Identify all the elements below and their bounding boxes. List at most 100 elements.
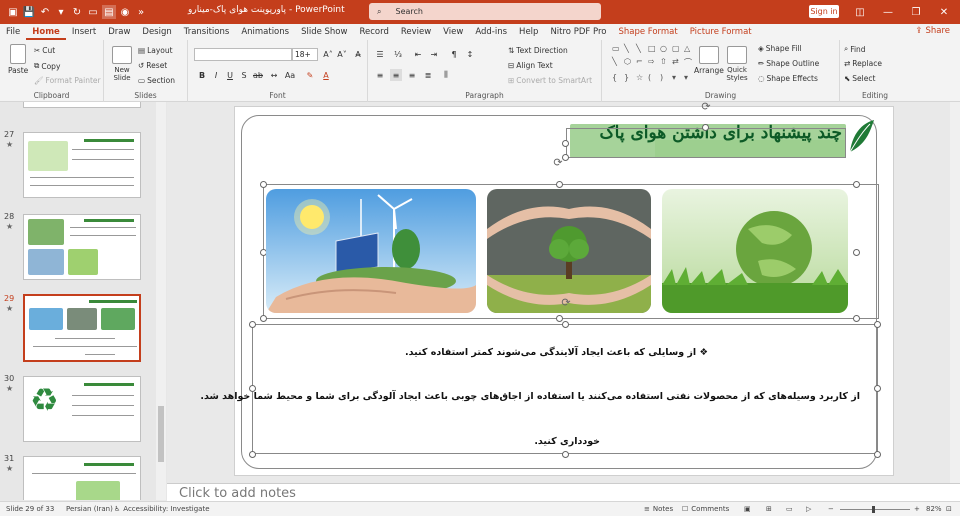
zoom-level[interactable]: 82% <box>926 505 942 513</box>
shape-effects-button[interactable]: ◌ Shape Effects <box>758 74 818 83</box>
section-button[interactable]: ▭ Section <box>138 76 175 85</box>
accessibility-status[interactable]: ♿ Accessibility: Investigate <box>114 505 210 513</box>
align-text-button[interactable]: ⊟ Align Text <box>508 61 553 70</box>
quick-styles-button[interactable]: Quick Styles <box>724 46 750 82</box>
resize-handle[interactable] <box>874 321 881 328</box>
resize-handle[interactable] <box>853 315 860 322</box>
rotate-handle-icon[interactable]: ⟳ <box>560 296 572 309</box>
slide-thumbnail[interactable] <box>23 214 141 280</box>
resize-handle[interactable] <box>853 249 860 256</box>
strikethrough-icon[interactable]: ab <box>252 69 264 81</box>
brace-icon[interactable]: { <box>612 73 622 84</box>
rectangle-icon[interactable]: □ <box>648 44 658 55</box>
resize-handle[interactable] <box>556 315 563 322</box>
notes-button[interactable]: ≡ Notes <box>644 505 673 513</box>
more-icon[interactable]: ▾ <box>672 73 682 84</box>
more-icon[interactable]: ▾ <box>684 73 694 84</box>
arrow-icon[interactable]: ⇄ <box>672 57 682 70</box>
reset-button[interactable]: ↺ Reset <box>138 61 167 70</box>
sign-in-button[interactable]: Sign in <box>809 5 839 18</box>
zoom-slider-thumb[interactable] <box>872 506 875 513</box>
minimize-icon[interactable]: — <box>874 0 902 24</box>
convert-smartart-button[interactable]: ⊞ Convert to SmartArt <box>508 76 592 85</box>
clear-format-icon[interactable]: A̶ <box>352 48 364 60</box>
replace-button[interactable]: ⇄ Replace <box>844 59 882 68</box>
shape-fill-button[interactable]: ◈ Shape Fill <box>758 44 802 53</box>
fit-to-window-icon[interactable]: ⊡ <box>946 505 952 513</box>
tab-slide-show[interactable]: Slide Show <box>295 24 353 40</box>
title-selection-box[interactable] <box>566 128 846 158</box>
zoom-in-icon[interactable]: + <box>914 505 920 513</box>
tab-home[interactable]: Home <box>26 24 66 40</box>
star-icon[interactable]: ☆ <box>636 73 646 84</box>
find-button[interactable]: ⌕ Find <box>844 44 866 54</box>
italic-icon[interactable]: I <box>210 69 222 81</box>
bold-icon[interactable]: B <box>196 69 208 81</box>
arrow-up-icon[interactable]: ⇧ <box>660 57 670 70</box>
resize-handle[interactable] <box>562 140 569 147</box>
slide-thumbnail-selected[interactable] <box>23 294 141 362</box>
canvas-scrollbar[interactable] <box>950 102 960 483</box>
arrange-button[interactable]: Arrange <box>694 46 724 75</box>
ribbon-display-icon[interactable]: ◫ <box>846 0 874 24</box>
undo-icon[interactable]: ↶ <box>38 5 52 19</box>
tab-record[interactable]: Record <box>353 24 394 40</box>
resize-handle[interactable] <box>260 181 267 188</box>
resize-handle[interactable] <box>249 451 256 458</box>
tab-add-ins[interactable]: Add-ins <box>469 24 513 40</box>
slide-thumbnail[interactable]: ♻ <box>23 376 141 442</box>
resize-handle[interactable] <box>260 315 267 322</box>
font-size-select[interactable]: 18+ <box>292 48 318 61</box>
triangle-icon[interactable]: △ <box>684 44 694 55</box>
new-slide-button[interactable]: New Slide <box>110 46 134 82</box>
tab-design[interactable]: Design <box>136 24 177 40</box>
body-line-2[interactable]: از کاربرد وسیله‌های که از محصولات نفتی ا… <box>200 391 860 402</box>
notes-pane[interactable]: Click to add notes <box>167 483 960 501</box>
renewable-energy-photo[interactable] <box>266 189 476 313</box>
tab-nitro-pdf-pro[interactable]: Nitro PDF Pro <box>544 24 612 40</box>
tab-insert[interactable]: Insert <box>66 24 102 40</box>
reading-view-icon[interactable]: ▭ <box>786 505 793 513</box>
save-icon[interactable]: 💾 <box>22 5 36 19</box>
tab-draw[interactable]: Draw <box>102 24 136 40</box>
scrollbar-thumb[interactable] <box>158 406 164 462</box>
arrow-right-icon[interactable]: ⇨ <box>648 57 658 70</box>
tab-help[interactable]: Help <box>513 24 544 40</box>
select-button[interactable]: ⬉ Select <box>844 74 875 83</box>
search-input[interactable]: ⌕ Search <box>369 3 601 20</box>
tab-transitions[interactable]: Transitions <box>178 24 236 40</box>
slides-panel[interactable]: 27 ★ 28 ★ 29 ★ 30 ★ ♻ 31 ★ <box>0 102 167 500</box>
view-icon[interactable]: ▤ <box>102 5 116 19</box>
resize-handle[interactable] <box>702 124 709 131</box>
bracket-icon[interactable]: ( <box>648 73 658 84</box>
shapes-gallery[interactable]: ▭ ╲ ╲ □ ○ ▢ △ ╲ ⬡ ⌐ ⇨ ⇧ ⇄ ⌒ {} ☆() ▾ ▾ <box>612 44 692 84</box>
body-line-1[interactable]: ❖ از وسایلی که باعث ایجاد آلایندگی می‌شو… <box>405 347 708 358</box>
rtl-icon[interactable]: ¶ <box>448 48 460 60</box>
slide-thumbnail[interactable] <box>23 132 141 198</box>
tab-picture-format[interactable]: Picture Format <box>684 24 758 40</box>
change-case-icon[interactable]: Aa <box>284 69 296 81</box>
increase-font-icon[interactable]: A˄ <box>322 48 334 60</box>
justify-icon[interactable]: ≣ <box>422 69 434 81</box>
slide-sorter-icon[interactable]: ⊞ <box>766 505 772 513</box>
zoom-slider[interactable] <box>840 509 910 510</box>
bracket-icon[interactable]: ) <box>660 73 670 84</box>
redo-icon[interactable]: ↻ <box>70 5 84 19</box>
resize-handle[interactable] <box>556 181 563 188</box>
line-spacing-icon[interactable]: ↕ <box>464 48 476 60</box>
more-commands-icon[interactable]: » <box>134 5 148 19</box>
shape-outline-button[interactable]: ✏ Shape Outline <box>758 59 819 68</box>
line-icon[interactable]: ╲ <box>612 57 622 70</box>
increase-indent-icon[interactable]: ⇥ <box>428 48 440 60</box>
text-direction-button[interactable]: ⇅ Text Direction <box>508 46 568 55</box>
resize-handle[interactable] <box>874 385 881 392</box>
format-painter-button[interactable]: 🖌 Format Painter <box>34 76 101 85</box>
body-line-3[interactable]: خودداری کنید. <box>460 436 600 447</box>
line-icon[interactable]: ╲ <box>636 44 646 55</box>
brace-icon[interactable]: } <box>624 73 634 84</box>
copy-button[interactable]: ⧉ Copy <box>34 61 60 71</box>
rotate-handle-icon[interactable]: ⟳ <box>700 100 712 113</box>
rectangle-icon[interactable]: ▢ <box>672 44 682 55</box>
restore-icon[interactable]: ❐ <box>902 0 930 24</box>
rotate-handle-icon[interactable]: ⟳ <box>552 156 564 169</box>
